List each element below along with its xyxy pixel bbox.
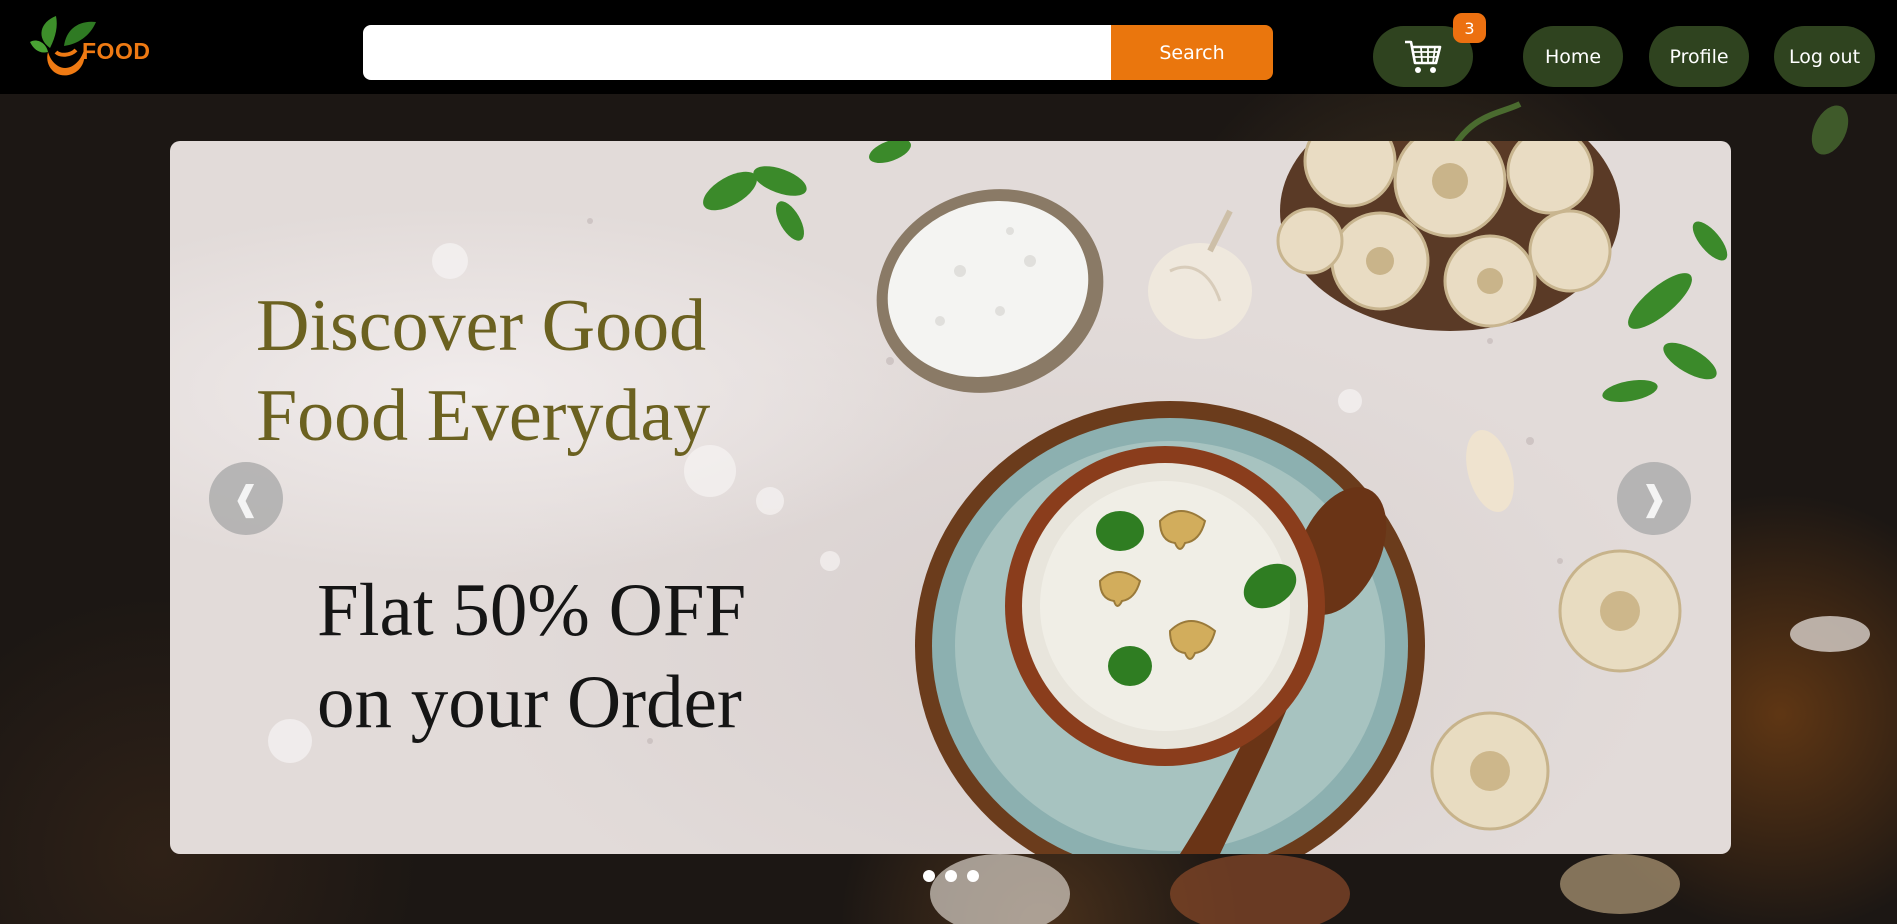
carousel-dot[interactable] [945, 870, 957, 882]
slide-headline: Discover Good Food Everyday [256, 281, 816, 461]
shopping-cart-icon [1405, 40, 1442, 73]
nav-profile-button[interactable]: Profile [1649, 26, 1749, 87]
carousel-prev-button[interactable]: ❰ [209, 462, 283, 535]
search-button[interactable]: Search [1111, 25, 1273, 80]
offer-line-1: Flat 50% OFF [317, 569, 747, 652]
offer-line-2: on your Order [317, 661, 742, 744]
top-navbar: FOOD Search 3 Home Profile Log out [0, 0, 1897, 94]
nav-logout-button[interactable]: Log out [1774, 26, 1875, 87]
brand-name: FOOD [82, 38, 151, 64]
cart-count-badge: 3 [1453, 13, 1486, 43]
carousel-dot[interactable] [967, 870, 979, 882]
nav-home-button[interactable]: Home [1523, 26, 1623, 87]
carousel-dot[interactable] [923, 870, 935, 882]
headline-line-1: Discover Good [256, 285, 707, 367]
chevron-left-icon: ❰ [231, 478, 261, 519]
headline-line-2: Food Everyday [256, 375, 711, 457]
search-input[interactable] [363, 25, 1111, 80]
slide-offer-text: Flat 50% OFF on your Order [317, 565, 877, 749]
carousel-slide: Discover Good Food Everyday Flat 50% OFF… [170, 141, 1731, 854]
carousel-indicators [923, 870, 979, 882]
carousel-next-button[interactable]: ❱ [1617, 462, 1691, 535]
chevron-right-icon: ❱ [1639, 478, 1669, 519]
brand-logo[interactable]: FOOD [26, 8, 156, 80]
